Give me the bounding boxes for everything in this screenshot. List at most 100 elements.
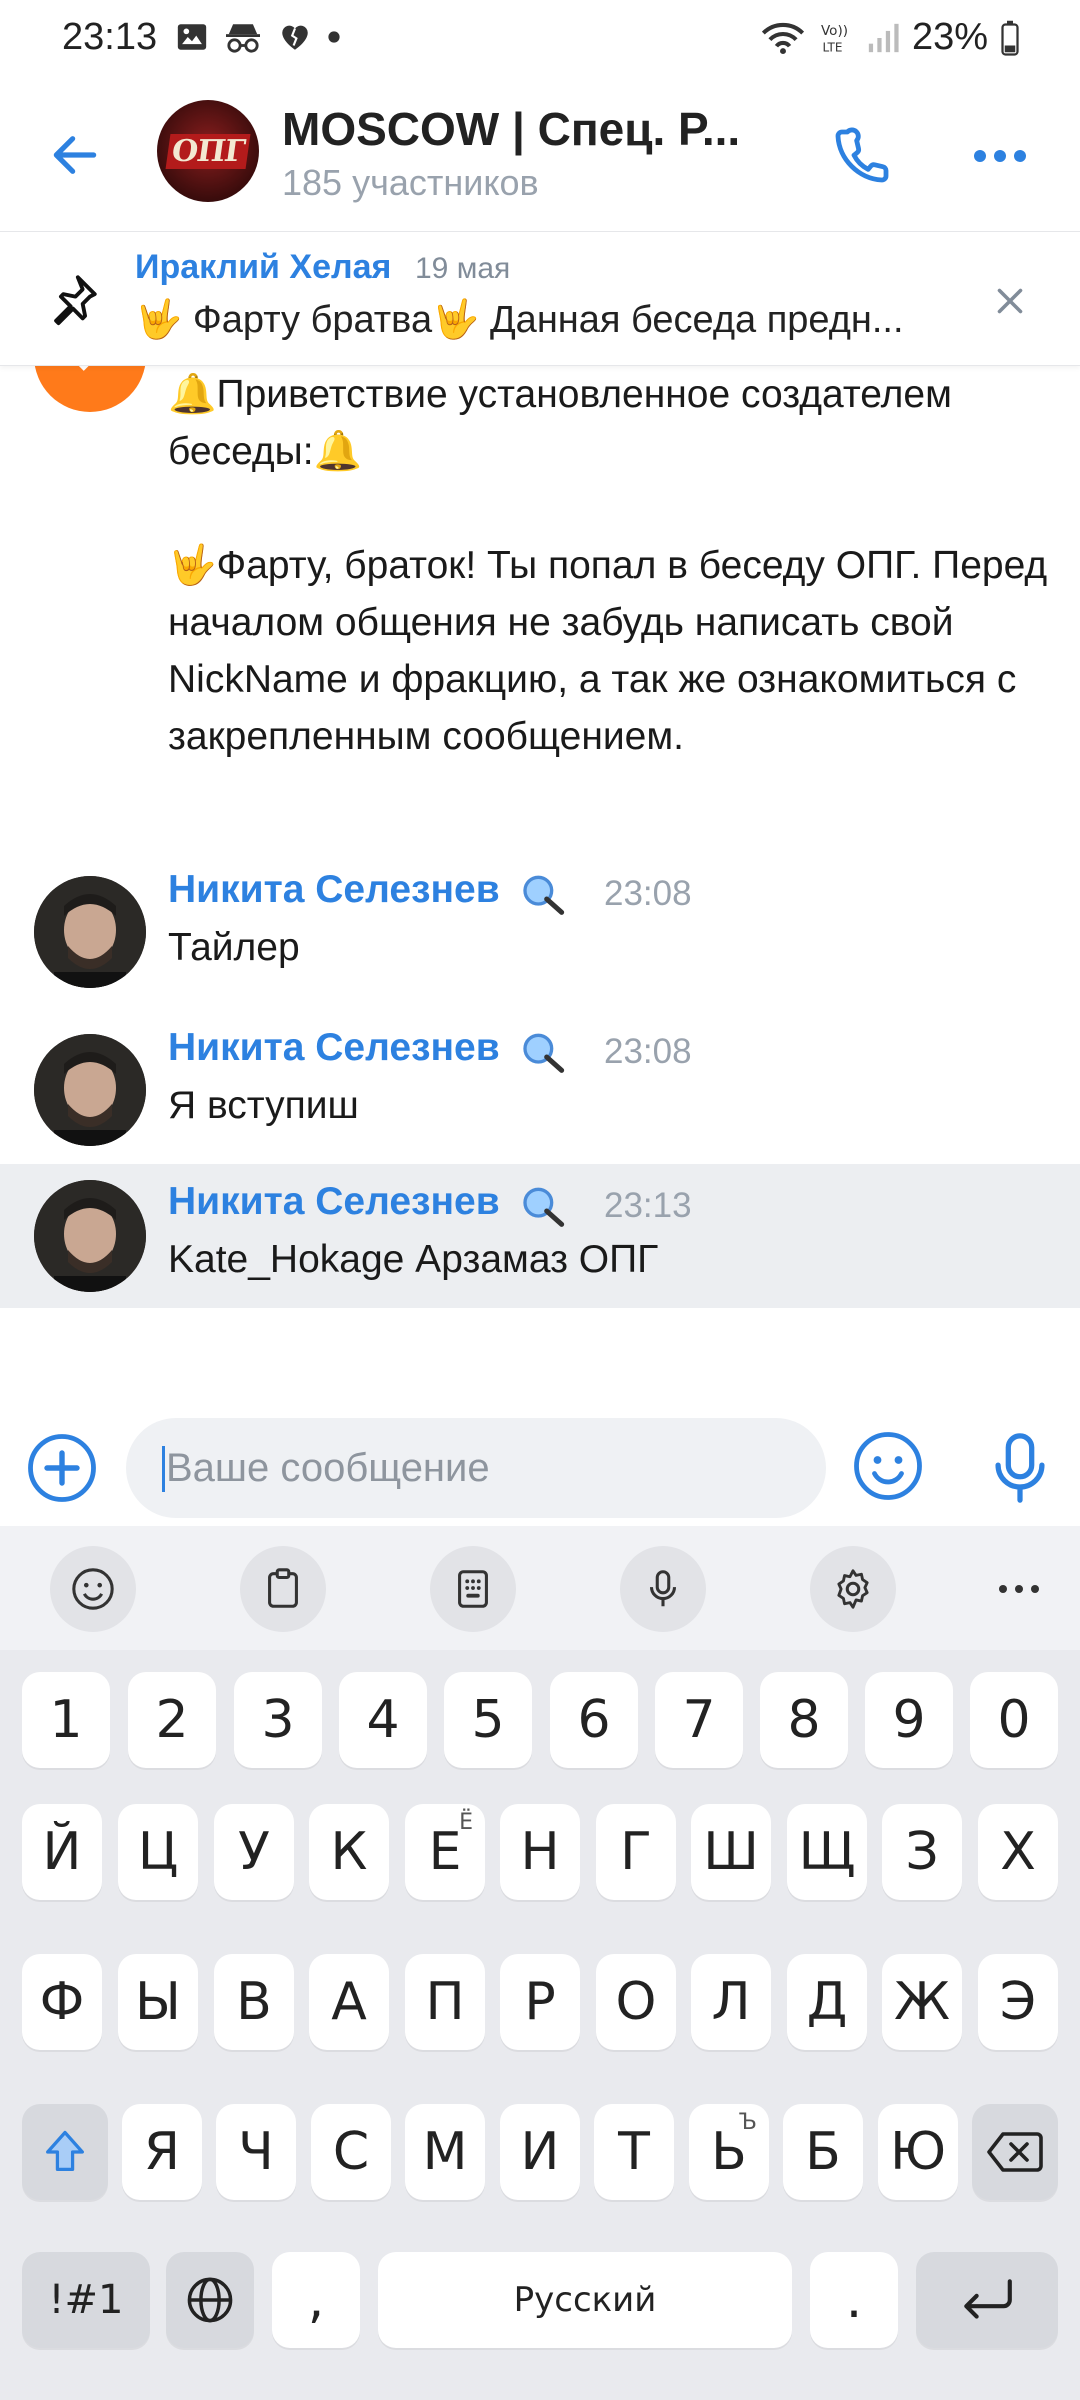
key-letter[interactable]: Б (783, 2104, 863, 2200)
key-letter[interactable]: П (405, 1954, 485, 2050)
key-letter[interactable]: Ы (118, 1954, 198, 2050)
key-letter[interactable]: М (405, 2104, 485, 2200)
keyboard-settings-button[interactable] (810, 1546, 896, 1632)
key-letter[interactable]: Ч (216, 2104, 296, 2200)
key-letter[interactable]: Ю (878, 2104, 958, 2200)
message-author[interactable]: Никита Селезнев (168, 1180, 500, 1224)
space-key[interactable]: Русский (378, 2252, 792, 2348)
key-letter[interactable]: Г (596, 1804, 676, 1900)
key-letter[interactable]: Д (787, 1954, 867, 2050)
key-0[interactable]: 0 (970, 1672, 1058, 1768)
key-letter[interactable]: Ш (691, 1804, 771, 1900)
key-letter-e[interactable]: ЕЁ (405, 1804, 485, 1900)
key-letter[interactable]: Я (122, 2104, 202, 2200)
key-letter[interactable]: А (309, 1954, 389, 2050)
key-letter[interactable]: Щ (787, 1804, 867, 1900)
keyboard-emoji-button[interactable] (50, 1546, 136, 1632)
close-pinned-button[interactable] (985, 276, 1035, 326)
key-letter[interactable]: Х (978, 1804, 1058, 1900)
phone-icon (835, 127, 889, 183)
system-avatar (34, 366, 146, 412)
key-letter[interactable]: И (500, 2104, 580, 2200)
key-1[interactable]: 1 (22, 1672, 110, 1768)
symbols-key[interactable]: !#1 (22, 2252, 150, 2348)
key-2[interactable]: 2 (128, 1672, 216, 1768)
broken-heart-icon (282, 25, 308, 50)
chat-member-count[interactable]: 185 участников (282, 162, 539, 204)
avatar[interactable] (34, 876, 146, 988)
key-4[interactable]: 4 (339, 1672, 427, 1768)
avatar[interactable] (34, 1034, 146, 1146)
message-time: 23:08 (604, 1032, 692, 1071)
key-letter[interactable]: Ж (882, 1954, 962, 2050)
pinned-message-bar[interactable]: Ираклий Хелая 19 мая 🤟 Фарту братва🤟 Дан… (0, 232, 1080, 366)
battery-percent: 23% (911, 16, 988, 58)
more-horizontal-icon (999, 1585, 1039, 1593)
voice-input-button[interactable] (620, 1546, 706, 1632)
key-letter[interactable]: З (882, 1804, 962, 1900)
message-time: 23:08 (604, 874, 692, 913)
microphone-button[interactable] (984, 1430, 1056, 1506)
call-button[interactable] (822, 116, 902, 196)
magnifier-badge-icon (523, 875, 565, 915)
enter-icon (964, 2279, 1012, 2319)
language-key[interactable] (166, 2252, 254, 2348)
chat-avatar[interactable]: ОПГ (157, 100, 259, 202)
key-letter[interactable]: В (214, 1954, 294, 2050)
message-author[interactable]: Никита Селезнев (168, 868, 500, 912)
key-9[interactable]: 9 (865, 1672, 953, 1768)
globe-icon (187, 2277, 233, 2323)
status-time: 23:13 (62, 16, 158, 58)
keyboard-more-button[interactable] (976, 1546, 1062, 1632)
message-list[interactable]: 🔔Приветствие установленное создателем бе… (0, 366, 1080, 1406)
shift-key[interactable] (22, 2104, 108, 2200)
key-letter[interactable]: Т (594, 2104, 674, 2200)
message-row[interactable]: Никита Селезнев 23:08 Тайлер (0, 862, 1080, 1012)
message-input-placeholder: Ваше сообщение (166, 1446, 490, 1490)
key-letter[interactable]: Э (978, 1954, 1058, 2050)
key-letter[interactable]: О (596, 1954, 676, 2050)
user-photo (34, 1180, 146, 1292)
message-input[interactable]: Ваше сообщение (126, 1418, 826, 1518)
pin-icon (54, 275, 97, 326)
user-photo (34, 1034, 146, 1146)
backspace-key[interactable] (972, 2104, 1058, 2200)
back-button[interactable] (40, 120, 110, 190)
key-letter[interactable]: К (309, 1804, 389, 1900)
key-letter[interactable]: С (311, 2104, 391, 2200)
key-alt-label: Ё (459, 1810, 473, 1835)
key-6[interactable]: 6 (550, 1672, 638, 1768)
key-letter-soft[interactable]: ЬЪ (689, 2104, 769, 2200)
key-3[interactable]: 3 (234, 1672, 322, 1768)
backspace-icon (987, 2132, 1043, 2172)
message-author[interactable]: Никита Селезнев (168, 1026, 500, 1070)
incognito-icon (226, 24, 260, 53)
clipboard-button[interactable] (240, 1546, 326, 1632)
arrow-left-icon (53, 136, 97, 174)
key-letter[interactable]: Н (500, 1804, 580, 1900)
emoji-button[interactable] (852, 1430, 924, 1502)
key-letter[interactable]: Л (691, 1954, 771, 2050)
key-letter[interactable]: Ц (118, 1804, 198, 1900)
key-letter[interactable]: У (214, 1804, 294, 1900)
enter-key[interactable] (916, 2252, 1058, 2348)
key-letter[interactable]: Р (500, 1954, 580, 2050)
add-attachment-button[interactable] (26, 1432, 98, 1504)
key-letter[interactable]: Ф (22, 1954, 102, 2050)
avatar[interactable] (34, 1180, 146, 1292)
message-text: Kate_Hokage Арзамаз ОПГ (168, 1238, 659, 1281)
signal-icon (868, 23, 899, 52)
status-bar: 23:13 Vo)) LTE 23% (0, 0, 1080, 80)
message-time: 23:13 (604, 1186, 692, 1225)
key-8[interactable]: 8 (760, 1672, 848, 1768)
key-5[interactable]: 5 (444, 1672, 532, 1768)
more-options-button[interactable] (960, 116, 1040, 196)
comma-key[interactable]: , (272, 2252, 360, 2348)
key-7[interactable]: 7 (655, 1672, 743, 1768)
key-letter[interactable]: Й (22, 1804, 102, 1900)
chat-title[interactable]: MOSCOW | Спец. Р... (282, 102, 740, 156)
period-key[interactable]: . (810, 2252, 898, 2348)
message-row[interactable]: Никита Селезнев 23:08 Я вступиш (0, 1020, 1080, 1170)
message-row-selected[interactable]: Никита Селезнев 23:13 Kate_Hokage Арзама… (0, 1164, 1080, 1308)
keyboard-layout-button[interactable] (430, 1546, 516, 1632)
